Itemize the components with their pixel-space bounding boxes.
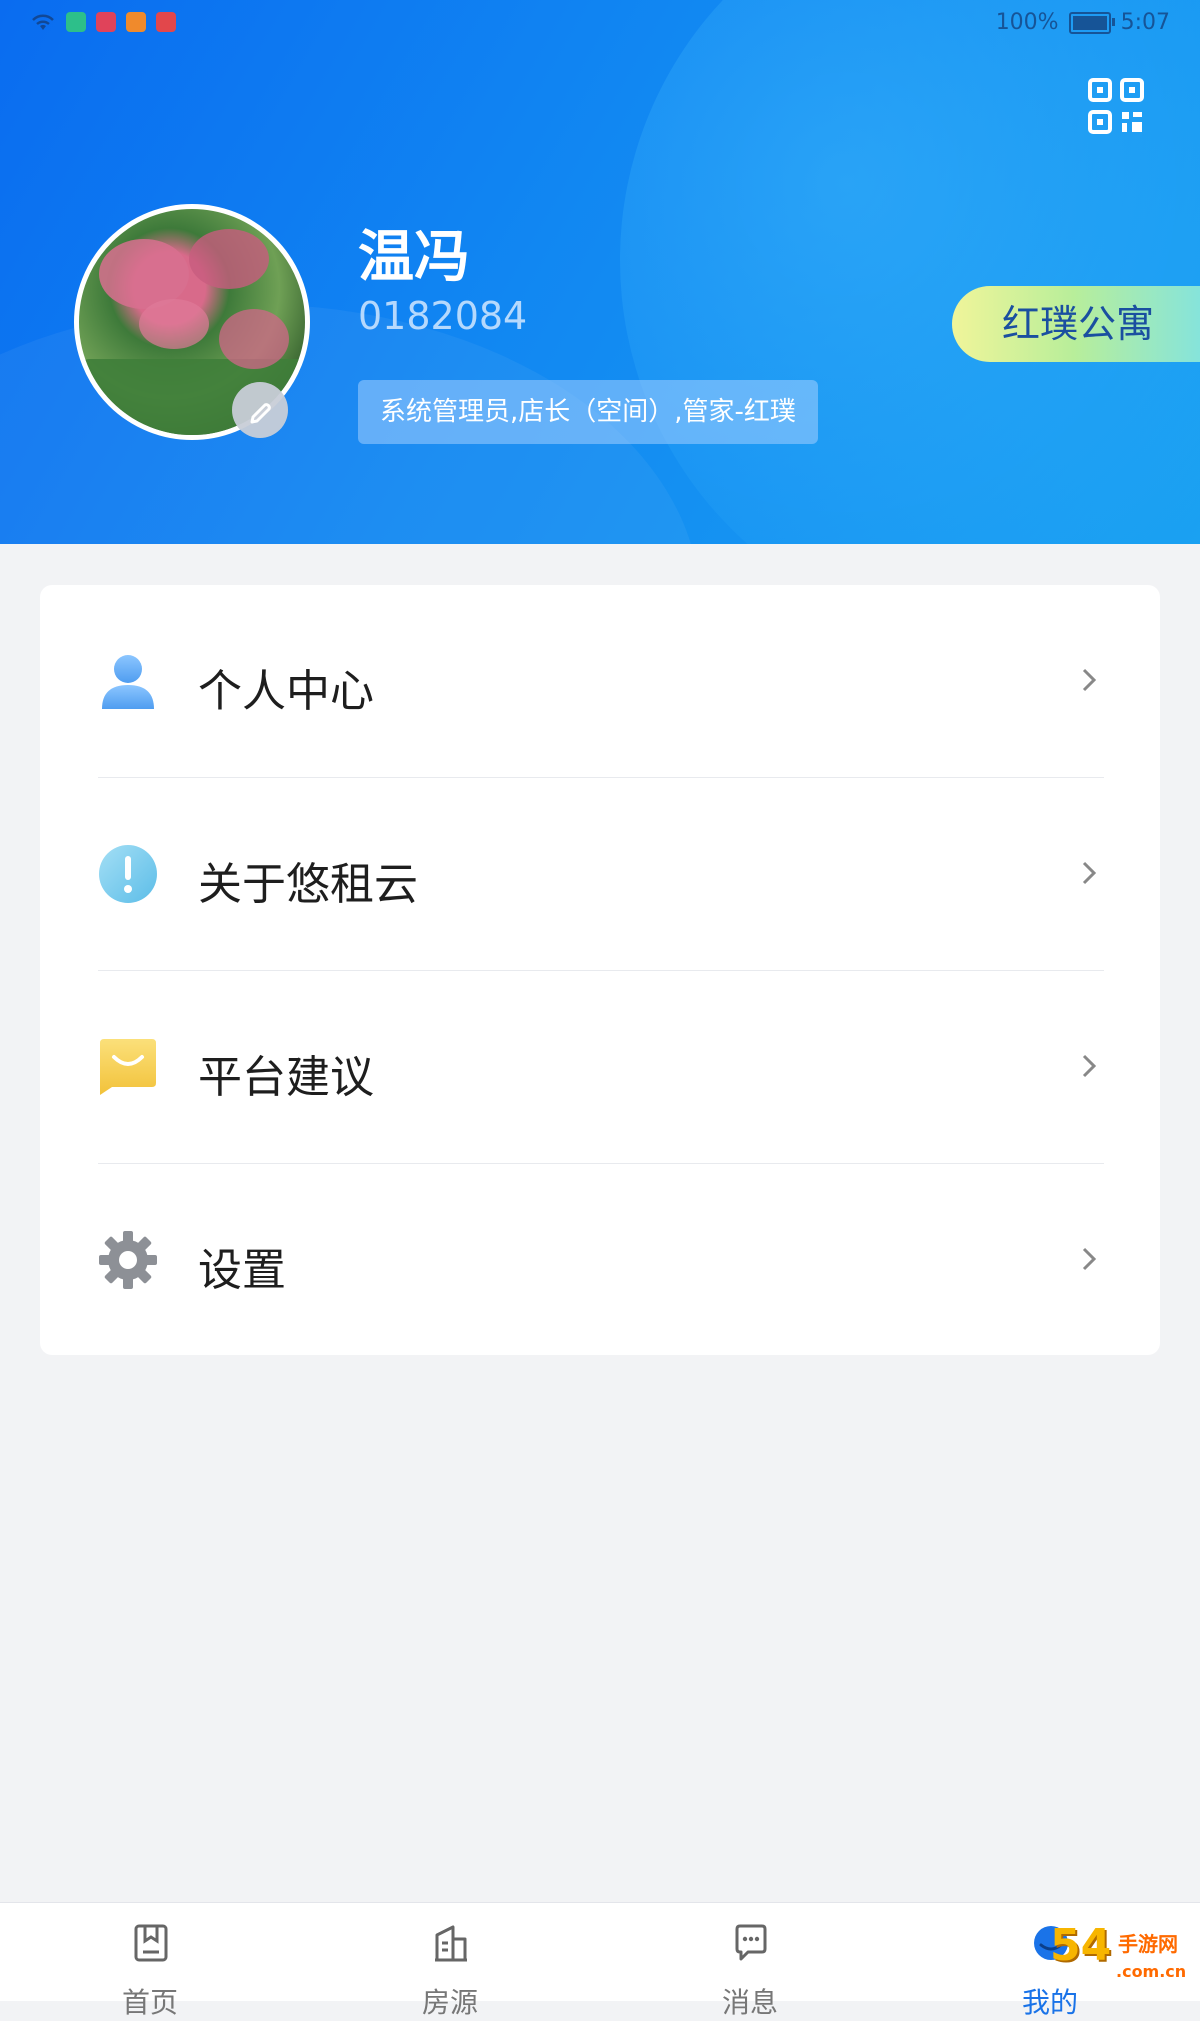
message-icon bbox=[735, 1924, 767, 1961]
tab-listings[interactable]: 房源 bbox=[300, 1903, 600, 2019]
menu-card: 个人中心 关于悠租云 平台建议 设置 bbox=[40, 585, 1160, 1355]
profile-header: 100% 5:07 温冯 0182084 系统管理员,店长（空间）,管家-红璞 … bbox=[0, 0, 1200, 544]
watermark-domain: .com.cn bbox=[1116, 1962, 1187, 1981]
wifi-icon bbox=[32, 14, 54, 30]
gear-icon bbox=[99, 1231, 157, 1289]
user-name: 温冯 bbox=[358, 225, 470, 290]
menu-item-about[interactable]: 关于悠租云 bbox=[98, 778, 1104, 971]
chevron-right-icon bbox=[1082, 668, 1097, 692]
tab-messages[interactable]: 消息 bbox=[600, 1903, 900, 2019]
menu-item-suggestion[interactable]: 平台建议 bbox=[98, 971, 1104, 1164]
role-badge: 系统管理员,店长（空间）,管家-红璞 bbox=[358, 380, 818, 444]
edit-avatar-button[interactable] bbox=[232, 382, 288, 438]
building-icon bbox=[435, 1925, 467, 1962]
tab-home[interactable]: 首页 bbox=[0, 1903, 300, 2019]
apartment-switch-button[interactable]: 红璞公寓 bbox=[952, 286, 1200, 362]
pencil-icon bbox=[250, 403, 271, 424]
clock: 5:07 bbox=[1120, 10, 1170, 35]
user-id: 0182084 bbox=[358, 294, 528, 338]
menu-item-label: 关于悠租云 bbox=[198, 859, 418, 910]
status-bar: 100% 5:07 bbox=[0, 0, 1200, 48]
menu-item-label: 个人中心 bbox=[198, 666, 374, 717]
menu-item-personal-center[interactable]: 个人中心 bbox=[98, 585, 1104, 778]
status-icons bbox=[30, 12, 176, 32]
watermark-number: 54 bbox=[1050, 1920, 1112, 1971]
app-notification-icon bbox=[156, 12, 176, 32]
chevron-right-icon bbox=[1082, 1054, 1097, 1078]
status-right: 100% 5:07 bbox=[996, 10, 1170, 35]
tab-label: 消息 bbox=[721, 1986, 778, 2019]
tab-label: 首页 bbox=[121, 1986, 178, 2019]
bottom-nav: 首页 房源 消息 我的 bbox=[0, 1902, 1200, 2019]
info-icon bbox=[99, 845, 157, 903]
chevron-right-icon bbox=[1082, 1247, 1097, 1271]
battery-percent: 100% bbox=[995, 10, 1059, 35]
menu-item-label: 设置 bbox=[198, 1245, 286, 1296]
battery-icon bbox=[1068, 11, 1115, 34]
app-notification-icon bbox=[96, 12, 116, 32]
person-icon bbox=[102, 655, 154, 709]
suggestion-icon bbox=[100, 1039, 156, 1095]
tab-label: 房源 bbox=[421, 1986, 478, 2019]
app-notification-icon bbox=[66, 12, 86, 32]
app-notification-icon bbox=[126, 12, 146, 32]
qr-code-icon[interactable] bbox=[1088, 78, 1144, 134]
watermark-text: 手游网 bbox=[1118, 1932, 1178, 1956]
chevron-right-icon bbox=[1082, 861, 1097, 885]
site-watermark: 54 手游网 .com.cn bbox=[1050, 1920, 1200, 2000]
menu-item-label: 平台建议 bbox=[198, 1052, 374, 1103]
menu-item-settings[interactable]: 设置 bbox=[98, 1164, 1104, 1357]
home-icon bbox=[134, 1924, 168, 1962]
